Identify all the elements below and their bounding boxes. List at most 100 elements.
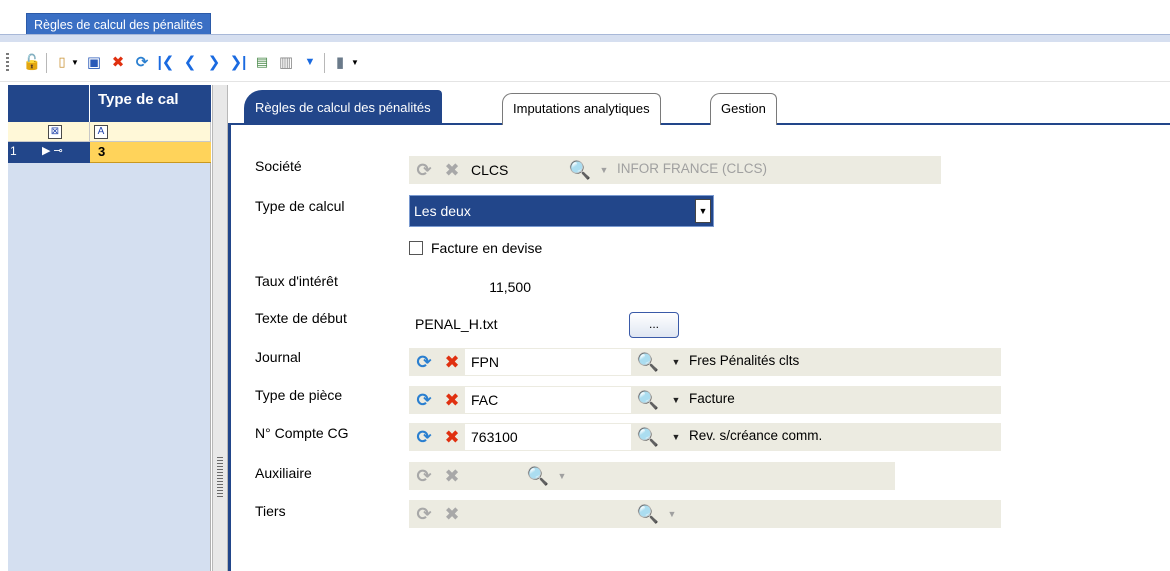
- splitter-grip[interactable]: [217, 457, 223, 497]
- type-calcul-label: Type de calcul: [255, 198, 345, 214]
- new-document-icon[interactable]: ▯: [52, 52, 72, 72]
- clear-filter-icon[interactable]: ⊠: [48, 125, 62, 139]
- filter-dropdown-icon[interactable]: ▼: [300, 52, 320, 72]
- save-icon[interactable]: ▣: [84, 52, 104, 72]
- refresh-icon[interactable]: ⟳: [413, 351, 435, 373]
- auxiliaire-code: [465, 463, 525, 489]
- previous-record-icon[interactable]: ❮: [180, 52, 200, 72]
- grid-column-header[interactable]: Type de cal: [98, 91, 211, 108]
- chevron-down-icon: ▼: [557, 471, 567, 481]
- type-calcul-value: Les deux: [414, 203, 471, 219]
- journal-field: ⟳ ✖ FPN 🔍 ▼ Fres Pénalités clts: [409, 348, 1001, 376]
- refresh-icon[interactable]: ⟳: [413, 426, 435, 448]
- refresh-icon: ⟳: [416, 503, 432, 524]
- journal-code[interactable]: FPN: [465, 349, 631, 375]
- tab-imputations[interactable]: Imputations analytiques: [502, 93, 661, 125]
- main-toolbar: 🔓 ▯ ▼ ▣ ✖ ⟳ |❮ ❮ ❯ ❯| ▤ ▥ ▼ ▮ ▼: [0, 42, 1170, 82]
- document-tab[interactable]: Règles de calcul des pénalités: [26, 13, 211, 35]
- text-filter-icon[interactable]: A: [94, 125, 108, 139]
- tab-content: Société ⟳ ✖ CLCS 🔍 ▼ INFOR FRANCE (CLCS)…: [228, 125, 1170, 571]
- grid-row-selector-header[interactable]: [8, 85, 90, 122]
- row-selector[interactable]: 1 ▶ ⊸: [8, 142, 90, 163]
- last-record-icon[interactable]: ❯|: [228, 52, 248, 72]
- search-icon[interactable]: 🔍: [637, 351, 659, 373]
- dropdown-icon[interactable]: ▼: [70, 52, 80, 72]
- facture-devise-label: Facture en devise: [431, 240, 543, 256]
- print-icon[interactable]: ▥: [276, 52, 296, 72]
- search-icon: 🔍: [636, 503, 660, 524]
- tab-bar-rule: [0, 34, 1170, 42]
- search-icon[interactable]: 🔍: [637, 426, 659, 448]
- type-piece-description: Facture: [689, 391, 735, 406]
- table-row[interactable]: 1 ▶ ⊸ 3: [8, 142, 211, 163]
- tabs-area: Règles de calcul des pénalités Imputatio…: [228, 85, 1170, 571]
- unlock-icon[interactable]: 🔓: [22, 52, 42, 72]
- row-value: 3: [98, 144, 106, 159]
- toolbar-grip[interactable]: [6, 53, 9, 73]
- filter-cell[interactable]: A: [90, 122, 211, 142]
- refresh-icon[interactable]: ⟳: [413, 389, 435, 411]
- compte-cg-field: ⟳ ✖ 763100 🔍 ▼ Rev. s/créance comm.: [409, 423, 1001, 451]
- chevron-down-icon[interactable]: ▼: [665, 351, 687, 373]
- tiers-field: ⟳ ✖ 🔍 ▼: [409, 500, 1001, 528]
- refresh-icon: ⟳: [416, 465, 432, 486]
- type-calcul-select[interactable]: Les deux ▼: [409, 195, 714, 227]
- search-icon[interactable]: 🔍: [637, 389, 659, 411]
- clear-icon: ✖: [444, 503, 460, 524]
- clear-icon[interactable]: ✖: [441, 426, 463, 448]
- document-tab-bar: Règles de calcul des pénalités: [0, 0, 1170, 42]
- societe-label: Société: [255, 158, 302, 174]
- grid-filter-row: ⊠ A: [8, 122, 211, 142]
- facture-devise-checkbox[interactable]: [409, 241, 423, 255]
- clear-icon[interactable]: ✖: [441, 351, 463, 373]
- texte-debut-label: Texte de début: [255, 310, 347, 326]
- chevron-down-icon[interactable]: ▼: [695, 199, 711, 223]
- toolbar-separator: [324, 53, 325, 73]
- societe-description: INFOR FRANCE (CLCS): [617, 161, 768, 176]
- clear-icon: ✖: [444, 159, 460, 180]
- delete-icon[interactable]: ✖: [108, 52, 128, 72]
- tiers-label: Tiers: [255, 503, 286, 519]
- journal-description: Fres Pénalités clts: [689, 353, 800, 368]
- tiers-code: [465, 501, 631, 527]
- taux-interet-label: Taux d'intérêt: [255, 273, 338, 289]
- compte-cg-description: Rev. s/créance comm.: [689, 428, 823, 443]
- search-icon: 🔍: [526, 465, 550, 486]
- row-number: 1: [10, 144, 17, 158]
- chevron-down-icon[interactable]: ▼: [665, 426, 687, 448]
- chevron-down-icon: ▼: [599, 165, 609, 175]
- texte-debut-input[interactable]: PENAL_H.txt: [409, 310, 623, 338]
- societe-field: ⟳ ✖ CLCS 🔍 ▼ INFOR FRANCE (CLCS): [409, 156, 941, 184]
- current-row-pointer-icon: ▶ ⊸: [42, 145, 63, 157]
- type-piece-label: Type de pièce: [255, 387, 343, 403]
- toolbar-separator: [46, 53, 47, 73]
- type-piece-field: ⟳ ✖ FAC 🔍 ▼ Facture: [409, 386, 1001, 414]
- clear-icon[interactable]: ✖: [441, 389, 463, 411]
- compte-cg-code[interactable]: 763100: [465, 424, 631, 450]
- tab-gestion[interactable]: Gestion: [710, 93, 777, 125]
- grid-header: Type de cal: [8, 85, 211, 122]
- export-icon[interactable]: ▮: [330, 52, 350, 72]
- tab-regles[interactable]: Règles de calcul des pénalités: [244, 90, 442, 125]
- clear-icon: ✖: [444, 465, 460, 486]
- record-grid: Type de cal ⊠ A 1 ▶ ⊸ 3: [8, 85, 211, 571]
- societe-code: CLCS: [471, 162, 509, 178]
- chevron-down-icon: ▼: [667, 509, 677, 519]
- search-icon: 🔍: [568, 159, 592, 180]
- browse-button[interactable]: ...: [629, 312, 679, 338]
- first-record-icon[interactable]: |❮: [156, 52, 176, 72]
- auxiliaire-field: ⟳ ✖ 🔍 ▼: [409, 462, 895, 490]
- chevron-down-icon[interactable]: ▼: [665, 389, 687, 411]
- compte-cg-label: N° Compte CG: [255, 425, 349, 441]
- refresh-icon: ⟳: [416, 159, 432, 180]
- panel-splitter[interactable]: [212, 85, 228, 571]
- next-record-icon[interactable]: ❯: [204, 52, 224, 72]
- refresh-icon[interactable]: ⟳: [132, 52, 152, 72]
- auxiliaire-label: Auxiliaire: [255, 465, 312, 481]
- preview-icon[interactable]: ▤: [252, 52, 272, 72]
- type-piece-code[interactable]: FAC: [465, 387, 631, 413]
- dropdown-icon[interactable]: ▼: [350, 52, 360, 72]
- journal-label: Journal: [255, 349, 301, 365]
- taux-interet-input[interactable]: 11,500: [409, 273, 535, 301]
- filter-selector-cell: ⊠: [8, 122, 90, 142]
